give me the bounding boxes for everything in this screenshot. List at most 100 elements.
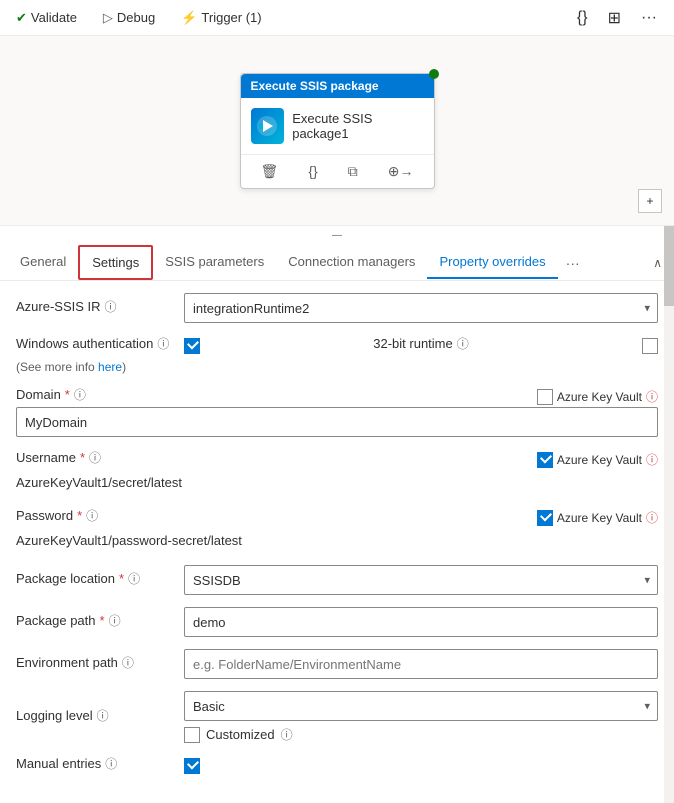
monitor-button[interactable]: ⊞: [603, 6, 626, 30]
domain-vault-checkbox[interactable]: [537, 389, 553, 405]
environment-path-input[interactable]: [184, 649, 658, 679]
environment-path-info-icon[interactable]: ⓘ: [122, 654, 134, 671]
more-options-button[interactable]: ···: [636, 7, 662, 29]
package-location-select-wrap: SSISDB File System Embedded Package ▾: [184, 565, 658, 595]
tab-connection-managers[interactable]: Connection managers: [276, 246, 427, 279]
package-location-label: Package location * ⓘ: [16, 570, 176, 587]
panel-minimize-bar[interactable]: —: [0, 226, 674, 245]
customized-info-icon[interactable]: ⓘ: [281, 726, 293, 743]
manual-entries-row: Manual entries ⓘ: [16, 755, 658, 776]
customized-checkbox[interactable]: [184, 727, 200, 743]
activity-card-container: Execute SSIS package Execute SSIS packag…: [240, 73, 435, 189]
manual-entries-checkbox[interactable]: [184, 758, 200, 774]
tab-connection-managers-label: Connection managers: [288, 254, 415, 269]
password-required: *: [77, 508, 82, 523]
package-path-required: *: [100, 613, 105, 628]
package-location-required: *: [119, 571, 124, 586]
tabs-bar: General Settings SSIS parameters Connect…: [0, 245, 674, 281]
tab-ssis-parameters[interactable]: SSIS parameters: [153, 246, 276, 279]
customized-row: Customized ⓘ: [184, 726, 658, 743]
delete-icon[interactable]: 🗑: [255, 160, 285, 183]
domain-info-icon[interactable]: ⓘ: [74, 386, 86, 403]
activity-card-body: Execute SSIS package1: [241, 98, 434, 154]
copy-icon[interactable]: ⧉: [342, 160, 364, 183]
password-vault-info-icon[interactable]: ⓘ: [646, 509, 658, 526]
username-vault-info-icon[interactable]: ⓘ: [646, 451, 658, 468]
username-required: *: [80, 450, 85, 465]
azure-ssis-ir-info-icon[interactable]: ⓘ: [105, 298, 117, 315]
logging-level-select-wrap: Basic None Verbose Performance ▾: [184, 691, 658, 721]
logging-level-row: Logging level ⓘ Basic None Verbose Perfo…: [16, 691, 658, 743]
username-value: AzureKeyVault1/secret/latest: [16, 470, 658, 495]
tabs-more-button[interactable]: ···: [558, 251, 588, 275]
debug-icon: ▷: [103, 10, 113, 26]
manual-entries-label: Manual entries ⓘ: [16, 755, 176, 772]
domain-input[interactable]: [16, 407, 658, 437]
trigger-button[interactable]: ⚡ Trigger (1): [177, 8, 265, 28]
runtime-32bit-label: 32-bit runtime ⓘ: [208, 335, 634, 352]
runtime-32bit-checkbox[interactable]: [642, 338, 658, 354]
windows-auth-checkbox[interactable]: [184, 338, 200, 354]
see-more-link[interactable]: here: [98, 360, 122, 374]
minimize-icon: —: [332, 230, 342, 241]
logging-level-controls: Basic None Verbose Performance ▾ Customi…: [184, 691, 658, 743]
arrow-icon[interactable]: ⊕→: [382, 160, 420, 183]
trigger-icon: ⚡: [181, 10, 197, 26]
toolbar-right: {} ⊞ ···: [572, 6, 662, 30]
azure-ssis-ir-select-wrap: integrationRuntime2 ▾: [184, 293, 658, 323]
form-content: Azure-SSIS IR ⓘ integrationRuntime2 ▾ Wi…: [0, 281, 674, 800]
trigger-label: Trigger (1): [201, 10, 261, 25]
username-label: Username * ⓘ: [16, 449, 529, 466]
validate-button[interactable]: ✔ Validate: [12, 8, 81, 28]
code-view-button[interactable]: {}: [572, 7, 593, 29]
password-value: AzureKeyVault1/password-secret/latest: [16, 528, 658, 553]
windows-auth-info-icon[interactable]: ⓘ: [157, 335, 169, 352]
manual-entries-info-icon[interactable]: ⓘ: [105, 755, 117, 772]
package-path-input[interactable]: [184, 607, 658, 637]
activity-name-label: Execute SSIS package1: [292, 111, 423, 141]
username-info-icon[interactable]: ⓘ: [89, 449, 101, 466]
validate-icon: ✔: [16, 10, 27, 26]
password-info-icon[interactable]: ⓘ: [86, 507, 98, 524]
package-location-select[interactable]: SSISDB File System Embedded Package: [184, 565, 658, 595]
logging-level-label: Logging level ⓘ: [16, 707, 176, 724]
tab-general-label: General: [20, 254, 66, 269]
package-path-label: Package path * ⓘ: [16, 612, 176, 629]
tab-general[interactable]: General: [8, 246, 78, 279]
toolbar: ✔ Validate ▷ Debug ⚡ Trigger (1) {} ⊞ ··…: [0, 0, 674, 36]
package-location-info-icon[interactable]: ⓘ: [128, 570, 140, 587]
username-vault-wrap: Azure Key Vault ⓘ: [537, 451, 658, 468]
username-row: Username * ⓘ Azure Key Vault ⓘ AzureKeyV…: [16, 449, 658, 495]
activity-card-header: Execute SSIS package: [241, 74, 434, 98]
tab-settings[interactable]: Settings: [78, 245, 153, 280]
domain-label: Domain * ⓘ: [16, 386, 529, 403]
domain-vault-info-icon[interactable]: ⓘ: [646, 388, 658, 405]
canvas-area: Execute SSIS package Execute SSIS packag…: [0, 36, 674, 226]
zoom-in-button[interactable]: +: [638, 189, 662, 213]
package-path-row: Package path * ⓘ: [16, 607, 658, 637]
domain-row: Domain * ⓘ Azure Key Vault ⓘ: [16, 386, 658, 437]
windows-auth-section: Windows authentication ⓘ 32-bit runtime …: [16, 335, 658, 374]
logging-level-select[interactable]: Basic None Verbose Performance: [184, 691, 658, 721]
runtime-info-icon[interactable]: ⓘ: [457, 335, 469, 352]
scrollbar-track: [664, 226, 674, 803]
azure-ssis-ir-select[interactable]: integrationRuntime2: [184, 293, 658, 323]
see-more-text: (See more info here): [16, 360, 658, 374]
debug-button[interactable]: ▷ Debug: [99, 8, 159, 28]
tab-property-overrides[interactable]: Property overrides: [427, 246, 557, 279]
environment-path-label: Environment path ⓘ: [16, 654, 176, 671]
environment-path-row: Environment path ⓘ: [16, 649, 658, 679]
package-path-info-icon[interactable]: ⓘ: [109, 612, 121, 629]
params-icon[interactable]: {}: [302, 160, 323, 182]
domain-required: *: [65, 387, 70, 402]
scrollbar-thumb[interactable]: [664, 226, 674, 306]
domain-vault-wrap: Azure Key Vault ⓘ: [537, 388, 658, 405]
debug-label: Debug: [117, 10, 155, 25]
username-vault-checkbox[interactable]: [537, 452, 553, 468]
password-vault-checkbox[interactable]: [537, 510, 553, 526]
activity-card-actions: 🗑 {} ⧉ ⊕→: [241, 154, 434, 188]
customized-label: Customized: [206, 727, 275, 742]
password-vault-wrap: Azure Key Vault ⓘ: [537, 509, 658, 526]
logging-level-info-icon[interactable]: ⓘ: [97, 707, 109, 724]
activity-card[interactable]: Execute SSIS package Execute SSIS packag…: [240, 73, 435, 189]
